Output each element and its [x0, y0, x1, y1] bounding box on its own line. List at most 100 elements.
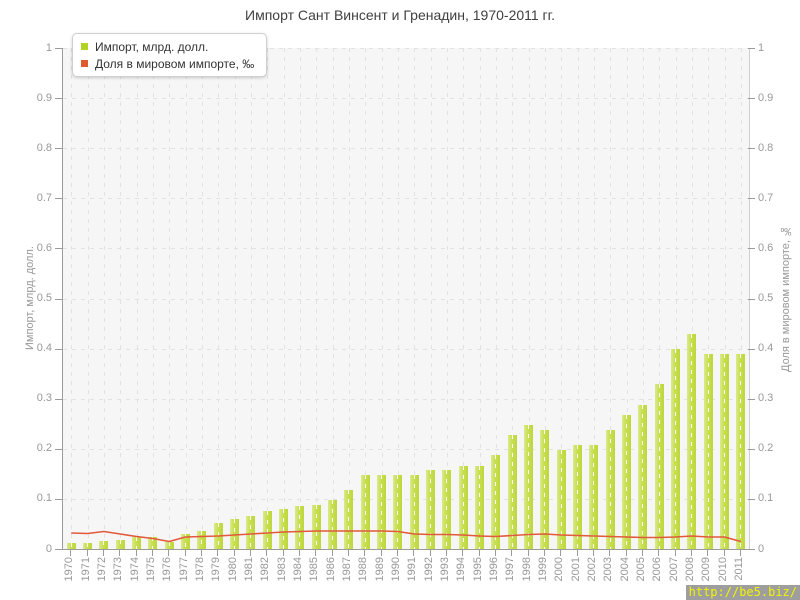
x-tick: [348, 550, 349, 556]
y-tick-right: [748, 549, 755, 550]
bar-2003: [606, 430, 615, 549]
x-tick: [691, 550, 692, 556]
x-tick: [577, 550, 578, 556]
x-tick: [168, 550, 169, 556]
v-gridline: [235, 48, 236, 549]
x-tick-label-1977: 1977: [178, 557, 190, 581]
x-tick-label-2001: 2001: [570, 557, 582, 581]
bar-1979: [214, 523, 223, 549]
watermark-link[interactable]: http://be5.biz/: [686, 585, 800, 600]
x-tick: [332, 550, 333, 556]
y-tick-label-right: 0.2: [758, 442, 798, 454]
x-tick-label-2003: 2003: [602, 557, 614, 581]
y-tick-right: [748, 499, 755, 500]
y-tick-label-right: 0.8: [758, 142, 798, 154]
x-tick-label-2005: 2005: [635, 557, 647, 581]
x-tick-label-2011: 2011: [733, 557, 745, 581]
y-tick-right: [748, 299, 755, 300]
x-tick-label-1988: 1988: [357, 557, 369, 581]
x-tick-label-1990: 1990: [390, 557, 402, 581]
x-tick-label-1979: 1979: [210, 557, 222, 581]
bar-1973: [116, 540, 125, 550]
bar-1974: [132, 537, 141, 549]
bar-2000: [557, 450, 566, 549]
x-tick: [446, 550, 447, 556]
h-gridline: [63, 98, 749, 99]
x-tick: [136, 550, 137, 556]
x-tick-label-2008: 2008: [684, 557, 696, 581]
y-tick-left: [55, 549, 62, 550]
bar-1990: [393, 475, 402, 549]
x-tick: [642, 550, 643, 556]
x-tick: [479, 550, 480, 556]
x-tick: [462, 550, 463, 556]
x-tick-label-1999: 1999: [537, 557, 549, 581]
x-tick-label-1970: 1970: [63, 557, 75, 581]
y-tick-right: [748, 148, 755, 149]
bar-2001: [573, 445, 582, 549]
y-tick-label-right: 0.4: [758, 342, 798, 354]
x-tick-label-1987: 1987: [341, 557, 353, 581]
y-tick-right: [748, 399, 755, 400]
y-tick-label-left: 0.3: [12, 392, 52, 404]
y-tick-label-right: 0.9: [758, 92, 798, 104]
bar-2006: [655, 384, 664, 549]
bar-2007: [671, 349, 680, 549]
y-tick-label-right: 0.5: [758, 292, 798, 304]
bar-2004: [622, 415, 631, 549]
x-tick: [283, 550, 284, 556]
x-tick: [185, 550, 186, 556]
bar-1994: [459, 466, 468, 549]
bar-1980: [230, 519, 239, 549]
plot-area: [62, 48, 750, 550]
bar-1986: [328, 500, 337, 549]
x-tick-label-2006: 2006: [651, 557, 663, 581]
x-tick: [658, 550, 659, 556]
x-tick-label-1975: 1975: [145, 557, 157, 581]
x-tick: [315, 550, 316, 556]
x-tick: [119, 550, 120, 556]
chart-title: Импорт Сант Винсент и Гренадин, 1970-201…: [0, 7, 800, 23]
x-tick: [560, 550, 561, 556]
bar-1970: [67, 543, 76, 550]
bar-1983: [279, 509, 288, 549]
x-tick: [234, 550, 235, 556]
x-tick-label-2007: 2007: [668, 557, 680, 581]
bar-2008: [687, 334, 696, 549]
v-gridline: [169, 48, 170, 549]
x-tick: [724, 550, 725, 556]
bar-1984: [295, 506, 304, 549]
h-gridline: [63, 399, 749, 400]
legend-item-world-share: Доля в мировом импорте, ‰: [81, 55, 254, 72]
y-tick-label-left: 0.2: [12, 442, 52, 454]
x-tick-label-1984: 1984: [292, 557, 304, 581]
y-tick-left: [55, 349, 62, 350]
v-gridline: [251, 48, 252, 549]
bar-1993: [442, 470, 451, 549]
x-tick: [217, 550, 218, 556]
y-tick-left: [55, 198, 62, 199]
x-tick-label-1998: 1998: [521, 557, 533, 581]
y-tick-label-left: 0.7: [12, 192, 52, 204]
y-tick-label-left: 1: [12, 42, 52, 54]
bar-2005: [638, 405, 647, 549]
x-tick: [675, 550, 676, 556]
x-tick-label-1978: 1978: [194, 557, 206, 581]
bar-1975: [148, 537, 157, 549]
bar-1981: [246, 516, 255, 549]
x-tick: [609, 550, 610, 556]
v-gridline: [71, 48, 72, 549]
bar-1985: [312, 505, 321, 549]
bar-1995: [475, 466, 484, 549]
y-tick-label-right: 0.6: [758, 242, 798, 254]
bar-1998: [524, 425, 533, 549]
bar-1997: [508, 435, 517, 549]
v-gridline: [414, 48, 415, 549]
x-tick-label-2000: 2000: [553, 557, 565, 581]
v-gridline: [153, 48, 154, 549]
v-gridline: [88, 48, 89, 549]
y-tick-label-left: 0.5: [12, 292, 52, 304]
bar-1987: [344, 490, 353, 549]
bar-2010: [720, 354, 729, 549]
v-gridline: [120, 48, 121, 549]
